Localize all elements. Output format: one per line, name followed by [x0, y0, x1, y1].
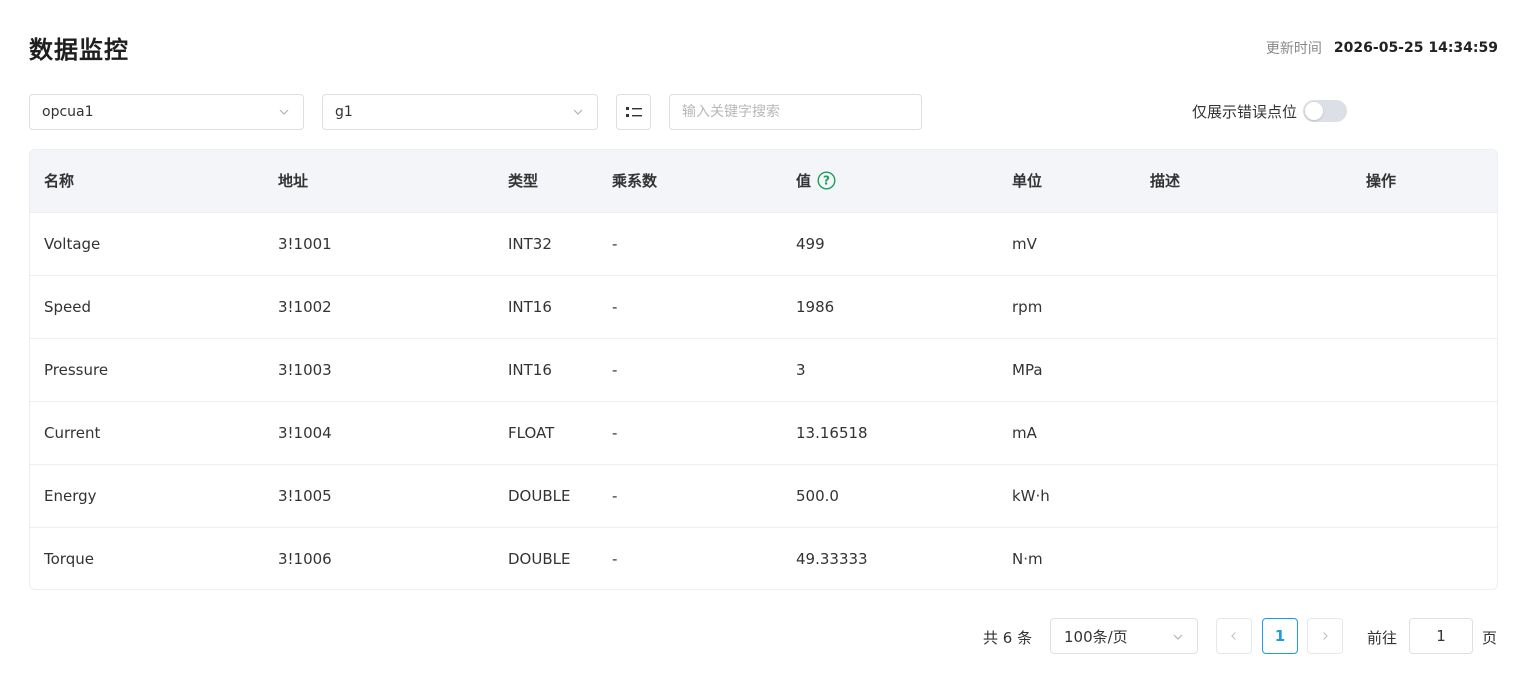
device-select[interactable]: opcua1 — [29, 94, 304, 130]
cell-name: Current — [30, 401, 264, 465]
cell-description — [1136, 275, 1366, 339]
cell-unit: rpm — [998, 275, 1136, 339]
search-input[interactable] — [669, 94, 922, 130]
cell-description — [1136, 212, 1366, 276]
col-header-type: 类型 — [494, 150, 598, 213]
col-header-name: 名称 — [30, 150, 264, 213]
cell-value: 1986 — [782, 275, 998, 339]
cell-value: 13.16518 — [782, 401, 998, 465]
cell-multiplier: - — [598, 464, 782, 528]
cell-unit: mV — [998, 212, 1136, 276]
cell-description — [1136, 401, 1366, 465]
cell-unit: N·m — [1012, 549, 1043, 568]
cell-name: Torque — [44, 549, 94, 568]
list-view-button[interactable] — [616, 94, 651, 130]
cell-action — [1366, 464, 1497, 528]
chevron-right-icon — [1323, 632, 1328, 640]
col-header-address: 地址 — [264, 150, 494, 213]
cell-multiplier: - — [598, 401, 782, 465]
col-header-value: 值? — [782, 150, 998, 213]
cell-action — [1366, 275, 1497, 339]
group-select-value: g1 — [335, 104, 353, 120]
device-select-value: opcua1 — [42, 104, 94, 120]
cell-type: INT32 — [494, 212, 598, 276]
cell-action — [1366, 212, 1497, 276]
cell-action — [1366, 401, 1497, 465]
cell-unit: MPa — [998, 338, 1136, 402]
cell-value: 500.0 — [782, 464, 998, 528]
pagination: 共 6 条 100条/页 1 前往 页 — [0, 618, 1536, 654]
cell-unit: mA — [998, 401, 1136, 465]
cell-description — [1136, 338, 1366, 402]
table-row: Voltage 3!1001 INT32 - 499 mV — [30, 212, 1497, 276]
total-count: 共 6 条 — [983, 629, 1033, 647]
data-table: 名称 地址 类型 乘系数 值? 单位 描述 操作 Voltage 3!1001 … — [29, 149, 1498, 590]
table-row: Energy 3!1005 DOUBLE - 500.0 kW·h — [30, 464, 1497, 528]
chevron-down-icon — [1173, 634, 1183, 640]
cell-multiplier: - — [598, 338, 782, 402]
cell-address: 3!1004 — [264, 401, 494, 465]
col-header-value-label: 值 — [796, 172, 812, 191]
list-icon — [625, 107, 642, 117]
cell-address: 3!1002 — [264, 275, 494, 339]
update-time: 更新时间 2026-05-25 14:34:59 — [1266, 38, 1498, 58]
cell-type: INT16 — [494, 338, 598, 402]
goto-page-input[interactable] — [1409, 618, 1473, 654]
help-icon[interactable]: ? — [817, 171, 836, 190]
cell-value: 499 — [782, 212, 998, 276]
col-header-unit: 单位 — [998, 150, 1136, 213]
cell-address: 3!1001 — [264, 212, 494, 276]
prev-page-button[interactable] — [1216, 618, 1252, 654]
error-only-label: 仅展示错误点位 — [1192, 102, 1298, 121]
cell-address: 3!1005 — [264, 464, 494, 528]
cell-address: 3!1003 — [264, 338, 494, 402]
chevron-down-icon — [573, 109, 583, 115]
cell-type: DOUBLE — [508, 549, 571, 568]
col-header-action: 操作 — [1366, 150, 1497, 213]
cell-multiplier: - — [598, 275, 782, 339]
table-row: Speed 3!1002 INT16 - 1986 rpm — [30, 275, 1497, 339]
update-time-label: 更新时间 — [1265, 41, 1322, 57]
error-only-toggle: 仅展示错误点位 — [1192, 100, 1348, 122]
cell-multiplier: - — [598, 212, 782, 276]
cell-action — [1366, 338, 1497, 402]
cell-name: Energy — [30, 464, 264, 528]
table-header-row: 名称 地址 类型 乘系数 值? 单位 描述 操作 — [30, 150, 1497, 213]
next-page-button[interactable] — [1307, 618, 1343, 654]
cell-type: DOUBLE — [494, 464, 598, 528]
cell-name: Speed — [30, 275, 264, 339]
cell-value: 49.33333 — [796, 549, 868, 568]
error-only-switch[interactable] — [1303, 100, 1348, 122]
table-row: Current 3!1004 FLOAT - 13.16518 mA — [30, 401, 1497, 465]
cell-multiplier: - — [612, 549, 618, 568]
col-header-description: 描述 — [1136, 150, 1366, 213]
page-title: 数据监控 — [29, 36, 129, 64]
cell-address: 3!1006 — [278, 549, 332, 568]
cell-unit: kW·h — [998, 464, 1136, 528]
goto-label: 前往 — [1367, 629, 1398, 647]
cell-description — [1136, 464, 1366, 528]
switch-knob — [1305, 102, 1324, 120]
cell-value: 3 — [782, 338, 998, 402]
page-unit-label: 页 — [1482, 629, 1498, 647]
cell-action — [1366, 527, 1497, 589]
cell-name: Voltage — [30, 212, 264, 276]
page-size-select[interactable]: 100条/页 — [1050, 618, 1198, 654]
table-row: Pressure 3!1003 INT16 - 3 MPa — [30, 338, 1497, 402]
group-select[interactable]: g1 — [322, 94, 598, 130]
page-size-value: 100条/页 — [1064, 627, 1128, 646]
cell-type: FLOAT — [494, 401, 598, 465]
svg-text:?: ? — [823, 174, 830, 188]
cell-description — [1136, 527, 1366, 589]
update-time-value: 2026-05-25 14:34:59 — [1333, 40, 1498, 56]
cell-name: Pressure — [30, 338, 264, 402]
col-header-multiplier: 乘系数 — [598, 150, 782, 213]
table-row: Torque 3!1006 DOUBLE - 49.33333 N·m — [30, 527, 1497, 589]
cell-type: INT16 — [494, 275, 598, 339]
chevron-left-icon — [1231, 632, 1236, 640]
chevron-down-icon — [279, 109, 289, 115]
page-number-current[interactable]: 1 — [1262, 618, 1298, 654]
